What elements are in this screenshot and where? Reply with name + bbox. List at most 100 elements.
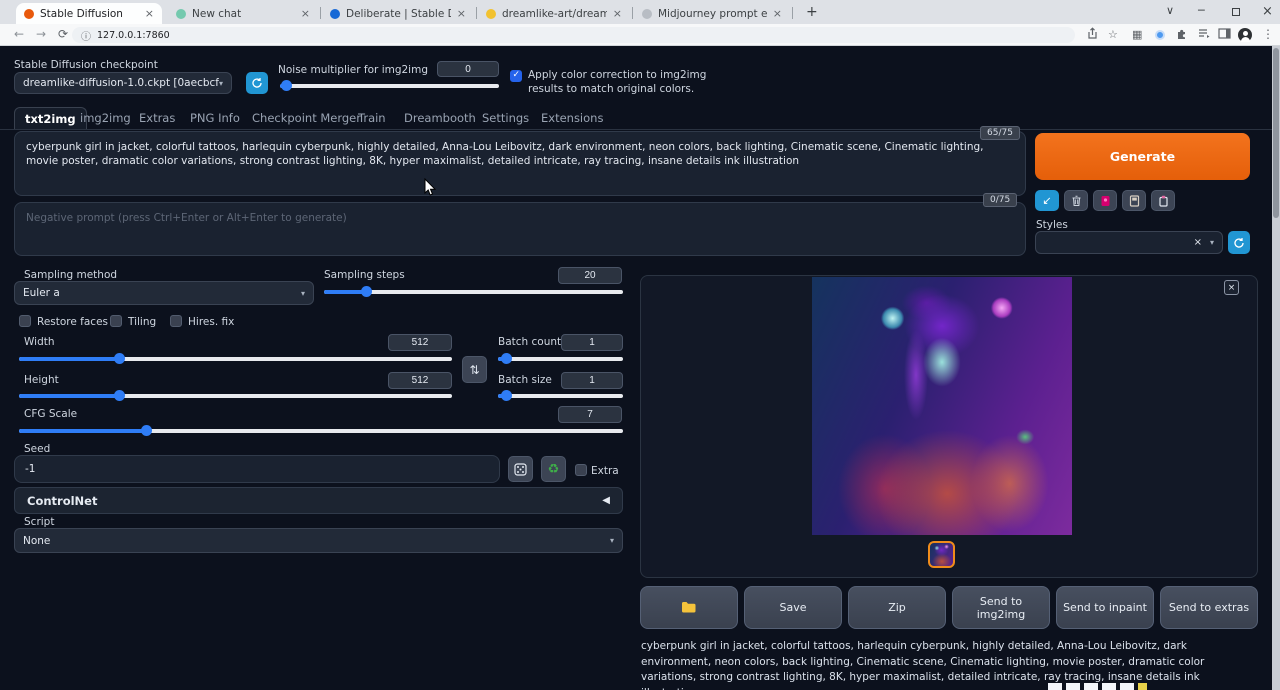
tab-train[interactable]: Train (358, 111, 386, 125)
tab-close-icon[interactable]: × (773, 7, 782, 20)
output-actions: Save Zip Send to img2img Send to inpaint… (640, 586, 1258, 629)
generated-image[interactable] (812, 277, 1072, 535)
prompt-textarea[interactable] (14, 131, 1026, 196)
sidebar-panel-icon[interactable] (1218, 27, 1231, 40)
tab-dreambooth[interactable]: Dreambooth (404, 111, 476, 125)
window-restore-icon[interactable] (1232, 8, 1240, 16)
cfg-scale-label: CFG Scale (24, 408, 77, 420)
random-seed-button[interactable] (508, 456, 533, 482)
page-scrollbar[interactable] (1272, 46, 1280, 690)
new-tab-button[interactable]: + (806, 4, 818, 20)
extension-blue-icon[interactable] (1155, 30, 1165, 40)
batch-count-slider[interactable] (498, 353, 623, 365)
width-slider[interactable] (19, 353, 452, 365)
site-info-icon[interactable]: ⓘ (81, 28, 91, 43)
profile-avatar[interactable] (1238, 28, 1252, 42)
extensions-puzzle-icon[interactable] (1176, 27, 1189, 40)
tab-title: dreamlike-art/dreamlike-diffusio (502, 8, 607, 20)
negative-prompt-textarea[interactable] (14, 202, 1026, 256)
save-button[interactable]: Save (744, 586, 842, 629)
folder-icon (681, 601, 697, 614)
window-minimize-icon[interactable]: ─ (1198, 4, 1205, 17)
zip-button[interactable]: Zip (848, 586, 946, 629)
generate-button[interactable]: Generate (1035, 133, 1250, 180)
midjourney-favicon (642, 9, 652, 19)
tiling-checkbox[interactable] (110, 315, 122, 327)
bookmark-star-icon[interactable]: ☆ (1108, 28, 1118, 41)
controlnet-accordion[interactable]: ControlNet ◀ (14, 487, 623, 514)
extra-networks-button[interactable] (1093, 190, 1117, 211)
open-folder-button[interactable] (640, 586, 738, 629)
tab-close-icon[interactable]: × (145, 7, 154, 20)
tab-txt2img[interactable]: txt2img (14, 107, 87, 130)
forward-icon[interactable]: → (36, 27, 46, 41)
tab-close-icon[interactable]: × (613, 7, 622, 20)
styles-dropdown[interactable]: × ▾ (1035, 231, 1223, 254)
batch-size-slider[interactable] (498, 390, 623, 402)
script-dropdown[interactable]: None ▾ (14, 528, 623, 553)
tab-settings[interactable]: Settings (482, 111, 529, 125)
batch-count-input[interactable] (561, 334, 623, 351)
tab-png-info[interactable]: PNG Info (190, 111, 240, 125)
tab-extras[interactable]: Extras (139, 111, 175, 125)
clear-prompt-button[interactable] (1064, 190, 1088, 211)
browser-tab-dreamlike[interactable]: dreamlike-art/dreamlike-diffusio × (478, 3, 630, 24)
batch-size-input[interactable] (561, 372, 623, 389)
color-correction-label: Apply color correction to img2img result… (528, 68, 740, 96)
gallery-close-button[interactable]: × (1224, 280, 1239, 295)
browser-tab-new-chat[interactable]: New chat × (168, 3, 318, 24)
width-input[interactable] (388, 334, 452, 351)
reload-icon[interactable]: ⟳ (58, 27, 68, 41)
cfg-scale-input[interactable] (558, 406, 622, 423)
height-input[interactable] (388, 372, 452, 389)
address-bar[interactable]: ⓘ 127.0.0.1:7860 (72, 27, 1075, 43)
height-slider[interactable] (19, 390, 452, 402)
hires-fix-checkbox[interactable] (170, 315, 182, 327)
tab-extensions[interactable]: Extensions (541, 111, 603, 125)
prompt-token-counter: 65/75 (980, 126, 1020, 140)
accordion-arrow-icon: ◀ (602, 495, 610, 506)
tab-close-icon[interactable]: × (457, 7, 466, 20)
reuse-seed-button[interactable]: ♻ (541, 456, 566, 482)
styles-clear-icon[interactable]: × (1194, 237, 1202, 248)
swap-dimensions-button[interactable]: ⇅ (462, 356, 487, 383)
chevron-down-icon[interactable]: ▾ (1210, 238, 1214, 247)
sampling-steps-input[interactable] (558, 267, 622, 284)
send-to-inpaint-button[interactable]: Send to inpaint (1056, 586, 1154, 629)
browser-tab-midjourney[interactable]: Midjourney prompt examples : L × (634, 3, 790, 24)
playlist-icon[interactable] (1198, 27, 1211, 40)
extra-seed-label: Extra (591, 465, 619, 477)
media-grid-icon[interactable]: ▦ (1132, 28, 1142, 41)
styles-refresh-button[interactable] (1228, 231, 1250, 254)
restore-faces-checkbox[interactable] (19, 315, 31, 327)
tab-close-icon[interactable]: × (301, 7, 310, 20)
browser-menu-chevron-icon[interactable]: ∨ (1166, 4, 1174, 17)
browser-tab-deliberate[interactable]: Deliberate | Stable Diffusion Che × (322, 3, 474, 24)
save-style-button[interactable] (1122, 190, 1146, 211)
browser-menu-dots-icon[interactable]: ⋮ (1262, 27, 1274, 41)
paste-generation-params-button[interactable]: ↙ (1035, 190, 1059, 211)
restore-faces-label: Restore faces (37, 316, 108, 328)
checkpoint-refresh-button[interactable] (246, 72, 268, 94)
color-correction-checkbox[interactable] (510, 70, 522, 82)
sampling-steps-slider[interactable] (324, 286, 623, 298)
seed-input[interactable] (14, 455, 500, 483)
noise-multiplier-slider[interactable] (280, 80, 499, 92)
dreamlike-favicon (486, 9, 496, 19)
send-to-extras-button[interactable]: Send to extras (1160, 586, 1258, 629)
apply-style-button[interactable] (1151, 190, 1175, 211)
send-to-img2img-button[interactable]: Send to img2img (952, 586, 1050, 629)
sampling-method-dropdown[interactable]: Euler a ▾ (14, 281, 314, 305)
gallery-thumbnail-selected[interactable] (928, 541, 955, 568)
cfg-scale-slider[interactable] (19, 425, 623, 437)
checkpoint-dropdown[interactable]: dreamlike-diffusion-1.0.ckpt [0aecbcfa2c… (14, 72, 232, 94)
browser-tab-stable-diffusion[interactable]: Stable Diffusion × (16, 3, 162, 24)
tab-img2img[interactable]: img2img (80, 111, 131, 125)
noise-multiplier-input[interactable] (437, 61, 499, 77)
window-close-icon[interactable]: × (1262, 4, 1273, 19)
scrollbar-thumb[interactable] (1273, 48, 1279, 218)
back-icon[interactable]: ← (14, 27, 24, 41)
share-icon[interactable] (1086, 27, 1099, 40)
tab-checkpoint-merger[interactable]: Checkpoint Merger (252, 111, 361, 125)
extra-seed-checkbox[interactable] (575, 464, 587, 476)
